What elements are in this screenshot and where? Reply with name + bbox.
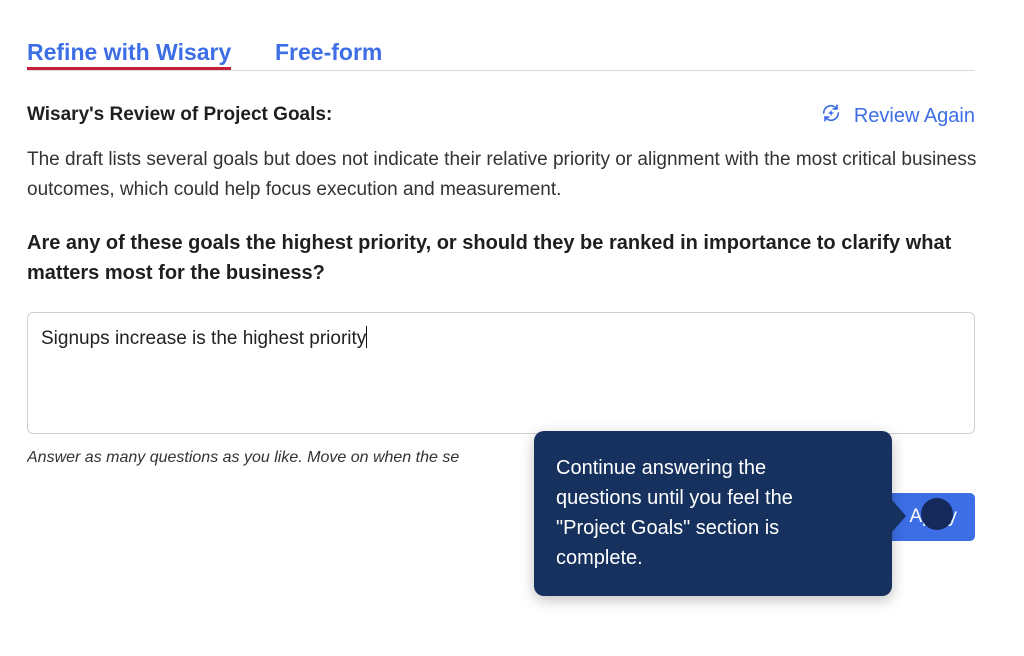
review-again-button[interactable]: Review Again [820,102,975,130]
onboarding-tooltip: Continue answering the questions until y… [534,431,892,596]
answer-value: Signups increase is the highest priority [41,328,367,349]
text-caret [366,326,368,348]
pointer-dot [921,498,953,530]
tab-bar: Refine with Wisary Free-form [27,38,975,71]
tab-refine-with-wisary[interactable]: Refine with Wisary [27,38,232,70]
review-text: The draft lists several goals but does n… [27,149,977,200]
review-again-label: Review Again [853,104,975,127]
tooltip-arrow [892,500,906,532]
tab-free-form[interactable]: Free-form [275,38,382,66]
page: Refine with Wisary Free-form Wisary's Re… [0,0,1024,656]
answer-textarea[interactable]: Signups increase is the highest priority [27,312,975,434]
review-heading: Wisary's Review of Project Goals: [27,104,333,125]
refresh-sparkle-icon [820,102,842,130]
tooltip-text: Continue answering the questions until y… [556,457,793,569]
question-text: Are any of these goals the highest prior… [27,232,952,284]
hint-text: Answer as many questions as you like. Mo… [27,449,460,466]
